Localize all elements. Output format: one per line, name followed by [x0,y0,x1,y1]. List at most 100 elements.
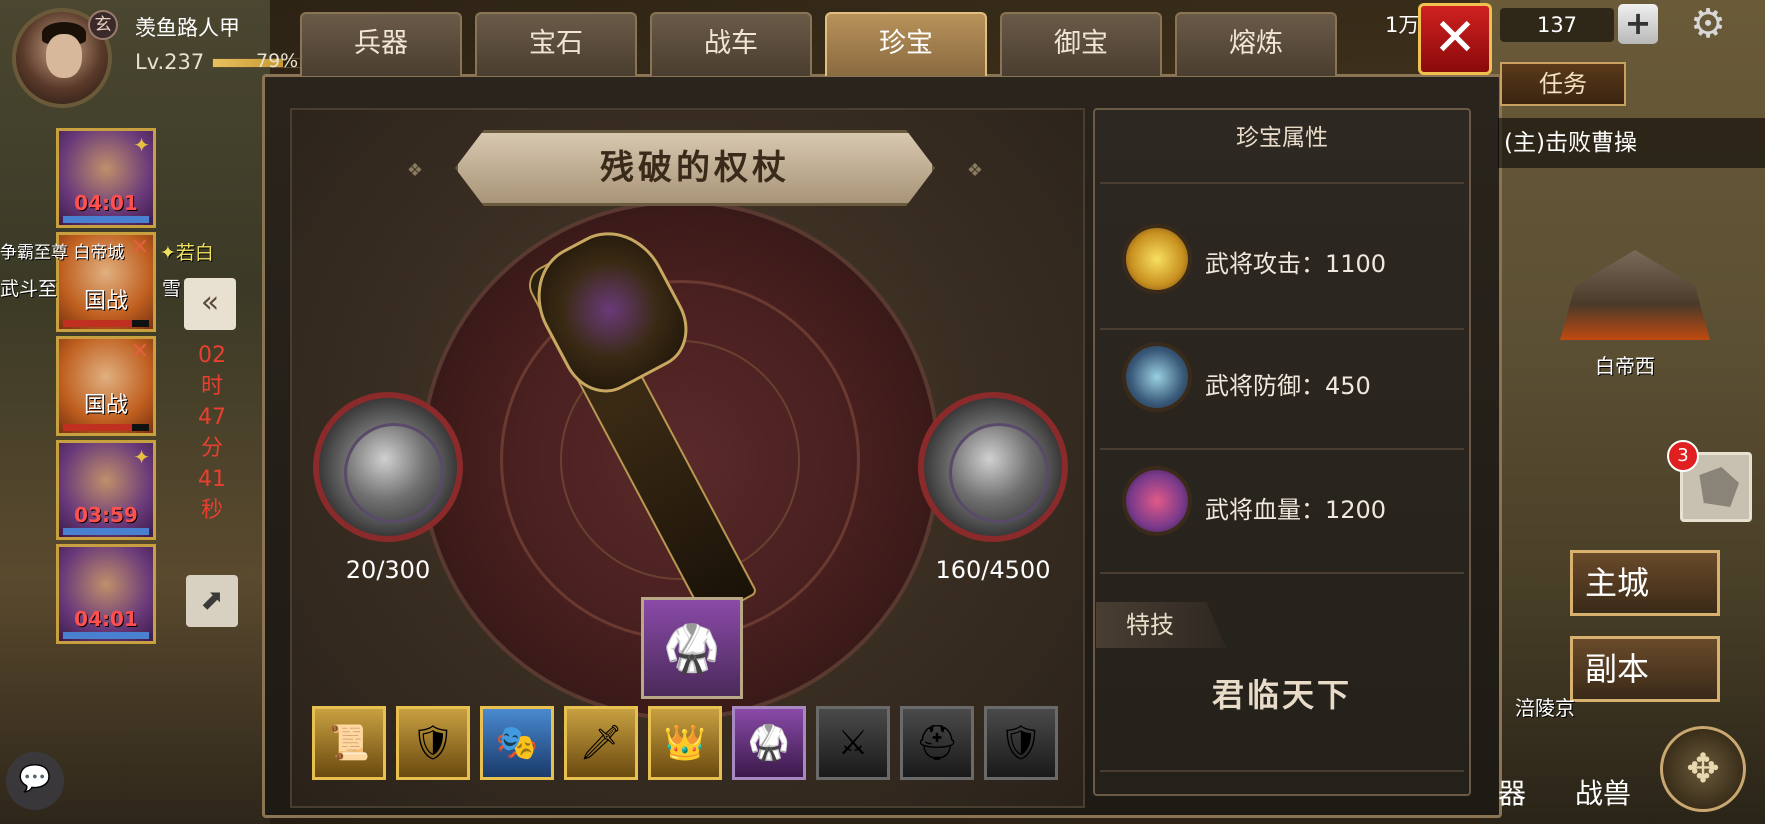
divider [1100,182,1464,184]
treasure-item-slot[interactable]: 🗡 [564,706,638,780]
hero-bar [63,216,149,223]
attribute-title: 珍宝属性 [1236,125,1328,151]
ornament-icon: ❖ [406,160,424,181]
tab-smelting[interactable]: 熔炼 [1175,12,1337,76]
cross-swords-icon: ✕ [130,339,149,364]
player-title-badge: 玄 [88,10,118,40]
treasure-item-icon: ⛑ [915,723,959,763]
equipped-treasure-slot[interactable]: 🥋 [641,597,743,699]
hero-bar [63,528,149,535]
treasure-item-icon: ⚔ [837,723,869,763]
hero-card-5[interactable]: 04:01 [56,544,156,644]
treasure-item-slot[interactable]: 🛡 [396,706,470,780]
countdown-part: 分 [200,436,223,461]
hero-status: 国战 [83,289,128,314]
exp-percent: 79% [256,50,299,72]
hero-timer: 04:01 [74,607,138,631]
map-label: 争霸至尊 白帝城 [0,243,125,263]
chat-button[interactable]: 💬 [6,752,64,810]
hero-bar [63,632,149,639]
treasure-item-slot[interactable]: 👑 [648,706,722,780]
divider [1100,328,1464,330]
compass-icon[interactable]: ✥ [1660,726,1746,812]
tab-weapons[interactable]: 兵器 [300,12,462,76]
treasure-item-icon: 🛡 [999,723,1043,763]
task-button[interactable]: 任务 [1500,62,1626,106]
player-name: 羡鱼路人甲 [135,16,240,40]
treasure-item-slot[interactable]: ⛑ [900,706,974,780]
treasure-name: 残破的权杖 [600,148,790,188]
tab-chariot[interactable]: 战车 [650,12,812,76]
treasure-item-icon: 🎭 [495,723,539,763]
event-countdown: 02 时 47 分 41 秒 [196,340,228,526]
tab-treasure[interactable]: 珍宝 [825,12,987,76]
bottom-nav-beast[interactable]: 战兽 [1575,772,1631,812]
city-label: 涪陵京 [1515,696,1575,720]
countdown-part: 41 [198,467,226,492]
shield-icon [1122,342,1192,412]
hero-bar [63,424,149,431]
treasure-item-icon: 🛡 [411,723,455,763]
health-stat: 武将血量：1200 [1205,496,1387,524]
add-gold-button[interactable]: + [1618,4,1658,44]
main-city-button[interactable]: 主城 [1570,550,1720,616]
beast-emblem-icon [949,423,1049,523]
avatar-face [46,34,82,78]
expand-arrow-button[interactable]: ⬈ [186,575,238,627]
map-label: ✦若白 [160,242,214,264]
map-label: 雪 [162,278,182,300]
treasure-item-icon: 🥋 [747,723,791,763]
gold-amount: 137 [1500,8,1614,42]
hero-status: 国战 [83,393,128,418]
stone-orb-icon [344,423,444,523]
treasure-item-icon: 📜 [327,723,371,763]
collapse-button[interactable]: « [184,278,236,330]
material-count-left: 20/300 [345,556,431,584]
hero-timer: 04:01 [74,191,138,215]
treasure-item-slot[interactable]: 🥋 [732,706,806,780]
attack-stat: 武将攻击：1100 [1205,250,1387,278]
divider [1100,448,1464,450]
heart-icon [1122,466,1192,536]
close-button[interactable]: ✕ [1418,3,1492,75]
countdown-part: 47 [198,405,226,430]
tab-gems[interactable]: 宝石 [475,12,637,76]
wheat-icon: ✦ [133,445,150,469]
sword-slash-icon [1122,224,1192,294]
treasure-item-slot[interactable]: 🎭 [480,706,554,780]
hero-timer: 03:59 [74,503,138,527]
map-label: 武斗至 [0,278,58,300]
dungeon-button[interactable]: 副本 [1570,636,1720,702]
cross-swords-icon: ✕ [130,235,149,260]
countdown-part: 时 [200,374,223,399]
game-screen: 玄 羡鱼路人甲 Lv.237 79% ✦ 04:01 ✕ 国战 ✕ 国战 ✦ 0… [0,0,1765,824]
ornament-icon: ❖ [966,160,984,181]
hero-card-4[interactable]: ✦ 03:59 [56,440,156,540]
treasure-item-icon: 🗡 [579,723,623,763]
hero-card-3[interactable]: ✕ 国战 [56,336,156,436]
countdown-part: 02 [198,343,226,368]
armor-icon: 🥋 [663,621,721,675]
divider [1100,572,1464,574]
material-count-right: 160/4500 [935,556,1051,584]
bottom-nav-item[interactable]: 器 [1498,772,1526,812]
treasure-item-slot[interactable]: 📜 [312,706,386,780]
task-description[interactable]: (主)击败曹操 [1498,118,1765,168]
divider [1100,770,1464,772]
city-label: 白帝西 [1595,354,1655,378]
category-tabs: 兵器 宝石 战车 珍宝 御宝 熔炼 [300,12,1337,78]
skill-name: 君临天下 [1211,676,1352,714]
countdown-part: 秒 [200,498,223,523]
skill-header: 特技 [1096,602,1226,648]
player-level: Lv.237 [135,50,205,74]
treasure-item-icon: 👑 [663,723,707,763]
hero-bar [63,320,149,327]
wheat-icon: ✦ [133,133,150,157]
hero-card-1[interactable]: ✦ 04:01 [56,128,156,228]
tab-royal-treasure[interactable]: 御宝 [1000,12,1162,76]
gear-icon[interactable]: ⚙ [1686,2,1730,46]
treasure-item-slot[interactable]: 🛡 [984,706,1058,780]
defense-stat: 武将防御：450 [1205,372,1371,400]
notification-badge: 3 [1667,440,1699,472]
treasure-item-slot[interactable]: ⚔ [816,706,890,780]
